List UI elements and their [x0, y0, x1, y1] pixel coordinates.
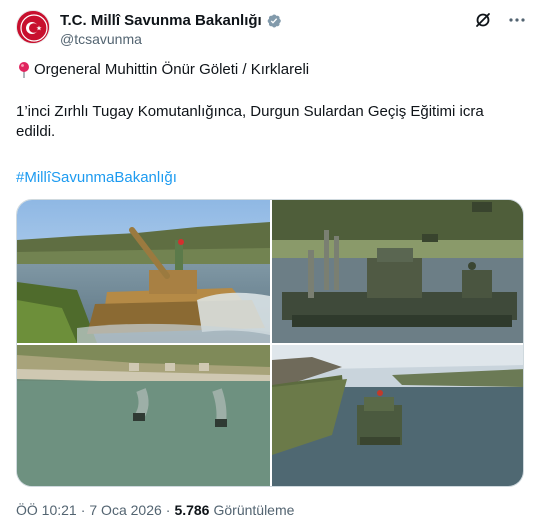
- account-names: T.C. Millî Savunma Bakanlığı @tcsavunma: [60, 12, 282, 48]
- post-date[interactable]: 7 Oca 2026: [89, 502, 161, 518]
- meta-separator: ·: [80, 502, 86, 518]
- media-grid: [16, 199, 524, 487]
- account-handle[interactable]: @tcsavunma: [60, 30, 282, 48]
- verified-badge-icon[interactable]: [266, 13, 282, 29]
- more-dots-icon[interactable]: [507, 10, 527, 30]
- views-label: Görüntüleme: [213, 502, 295, 518]
- header-actions: [473, 10, 527, 30]
- grok-icon[interactable]: [473, 10, 493, 30]
- display-name-row[interactable]: T.C. Millî Savunma Bakanlığı: [60, 12, 282, 30]
- post-time[interactable]: ÖÖ 10:21: [16, 502, 77, 518]
- hashtag-link[interactable]: #MillîSavunmaBakanlığı: [16, 168, 523, 188]
- ministry-seal-icon: [17, 11, 49, 43]
- avatar[interactable]: [16, 10, 50, 44]
- post-text: 1’inci Zırhlı Tugay Komutanlığınca, Durg…: [16, 103, 484, 140]
- ferry-on-lake-photo[interactable]: [272, 345, 523, 486]
- pontoon-vehicles-photo[interactable]: [272, 200, 523, 343]
- post-header: T.C. Millî Savunma Bakanlığı @tcsavunma: [16, 10, 527, 50]
- aerial-lake-tanks-photo[interactable]: [17, 345, 270, 486]
- views-count: 5.786: [174, 502, 210, 518]
- display-name[interactable]: T.C. Millî Savunma Bakanlığı: [60, 12, 262, 30]
- location-line: Orgeneral Muhittin Önür Göleti / Kırklar…: [16, 60, 523, 80]
- meta-separator: ·: [165, 502, 171, 518]
- location-text: Orgeneral Muhittin Önür Göleti / Kırklar…: [34, 61, 310, 78]
- tank-fording-photo[interactable]: [17, 200, 270, 343]
- round-pushpin-icon: [16, 61, 32, 79]
- post-meta: ÖÖ 10:21 · 7 Oca 2026 · 5.786 Görüntülem…: [16, 502, 294, 518]
